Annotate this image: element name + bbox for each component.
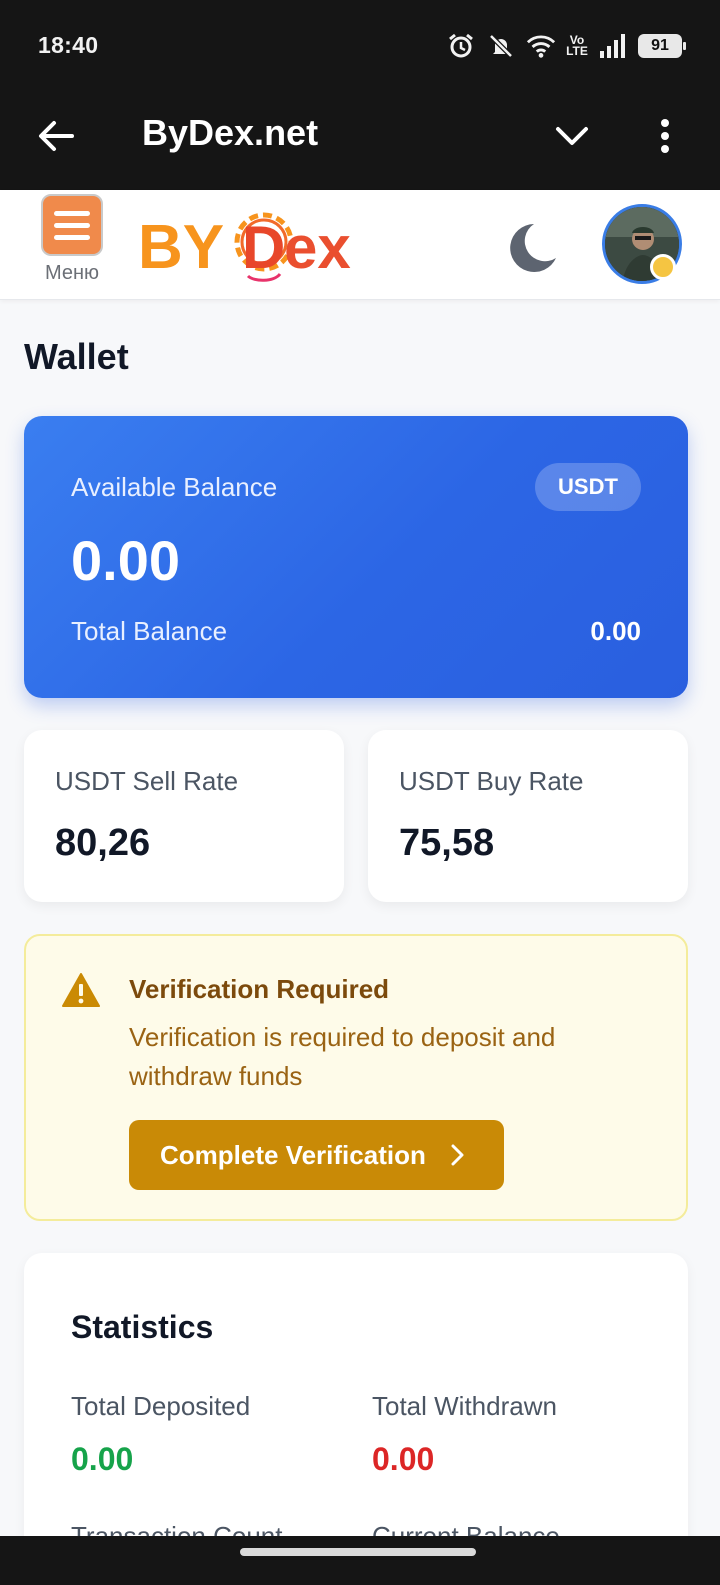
total-balance-label: Total Balance [71, 616, 228, 646]
page-title: Wallet [24, 336, 129, 377]
page: 18:40 Vo LTE 91 ByDex.net Меню BY D ex W… [0, 0, 720, 1585]
balance-card: Available Balance USDT 0.00 Total Balanc… [24, 416, 688, 698]
logo-text-ex: ex [284, 214, 351, 281]
status-icons: Vo LTE 91 [446, 30, 686, 62]
total-balance-value: 0.00 [590, 616, 641, 646]
verified-badge-icon [650, 254, 676, 280]
total-withdrawn-label: Total Withdrawn [372, 1391, 557, 1421]
wifi-icon [526, 31, 556, 61]
status-time: 18:40 [38, 32, 99, 58]
theme-toggle-button[interactable] [500, 220, 560, 276]
back-arrow-icon [39, 121, 74, 151]
logo-letter-d: D [242, 214, 285, 281]
moon-icon [510, 224, 556, 272]
volte-indicator: Vo LTE [566, 33, 588, 58]
buy-rate-label: USDT Buy Rate [399, 766, 584, 796]
battery-indicator: 91 [638, 34, 686, 58]
sell-rate-label: USDT Sell Rate [55, 766, 239, 796]
statistics-title: Statistics [71, 1309, 214, 1345]
status-bar: 18:40 Vo LTE 91 [0, 0, 720, 90]
bydex-logo[interactable]: BY D ex [138, 202, 378, 288]
menu-label: Меню [44, 262, 100, 284]
muted-bell-icon [486, 31, 516, 61]
available-balance-label: Available Balance [71, 472, 278, 502]
verification-alert: Verification Required Verification is re… [24, 934, 688, 1221]
home-gesture-handle[interactable] [240, 1548, 476, 1556]
total-deposited-value: 0.00 [71, 1441, 134, 1477]
chevron-down-icon [556, 127, 588, 145]
alarm-icon [446, 31, 476, 61]
signal-icon [598, 31, 628, 61]
buy-rate-card: USDT Buy Rate 75,58 [368, 730, 688, 902]
site-header: Меню BY D ex [0, 190, 720, 300]
verification-title: Verification Required [129, 974, 390, 1004]
total-withdrawn-value: 0.00 [372, 1441, 435, 1477]
logo-text-by: BY [138, 213, 224, 282]
browser-title: ByDex.net [142, 112, 319, 153]
total-deposited-label: Total Deposited [71, 1391, 251, 1421]
verification-text: Verification is required to deposit and … [129, 1022, 556, 1091]
menu-button[interactable]: Меню [34, 194, 110, 294]
chevron-right-icon [446, 1143, 470, 1167]
available-balance-amount: 0.00 [71, 529, 180, 592]
expand-button[interactable] [550, 114, 594, 158]
warning-icon [62, 973, 100, 1007]
kebab-menu-icon [661, 119, 669, 153]
back-button[interactable] [34, 114, 78, 158]
system-navigation-bar [0, 1536, 720, 1585]
sell-rate-card: USDT Sell Rate 80,26 [24, 730, 344, 902]
hamburger-icon [41, 194, 103, 256]
buy-rate-value: 75,58 [399, 822, 495, 864]
complete-verification-button[interactable]: Complete Verification [129, 1120, 504, 1190]
sell-rate-value: 80,26 [55, 822, 151, 864]
browser-toolbar: ByDex.net [0, 90, 720, 190]
currency-badge[interactable]: USDT [535, 463, 641, 511]
complete-verification-label: Complete Verification [160, 1139, 426, 1170]
more-options-button[interactable] [648, 112, 682, 160]
